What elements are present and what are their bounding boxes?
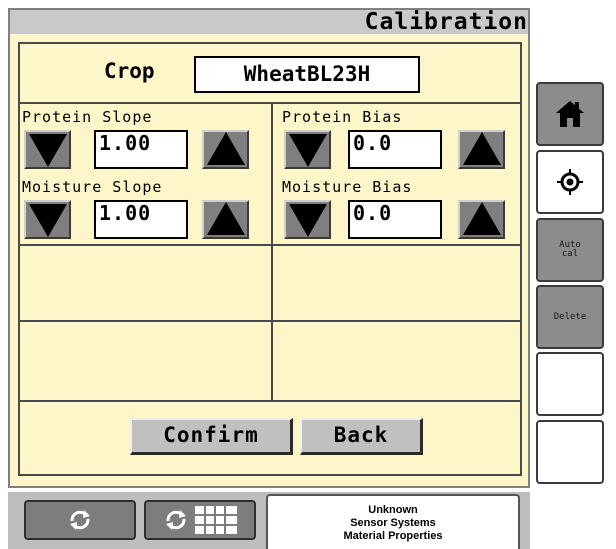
arrow-up-icon [462, 202, 501, 235]
tab-label-line: Material Properties [343, 530, 443, 542]
protein-bias-label: Protein Bias [282, 108, 403, 126]
target-button[interactable] [536, 150, 604, 214]
moisture-slope-increase-button[interactable] [202, 200, 249, 239]
moisture-slope-decrease-button[interactable] [24, 200, 71, 239]
calibration-panel: Calibration Crop WheatBL23H Protein Slop… [8, 8, 530, 488]
calibration-content: Crop WheatBL23H Protein Slope 1.00 Prote… [18, 42, 522, 476]
protein-slope-increase-button[interactable] [202, 130, 249, 169]
moisture-slope-field[interactable]: 1.00 [94, 200, 188, 239]
arrow-down-icon [288, 204, 327, 237]
confirm-button[interactable]: Confirm [130, 418, 293, 455]
divider [271, 102, 273, 402]
arrow-down-icon [28, 134, 67, 167]
arrow-down-icon [28, 204, 67, 237]
refresh-icon [70, 510, 90, 530]
divider [20, 400, 520, 402]
protein-slope-label: Protein Slope [22, 108, 153, 126]
home-icon [556, 101, 584, 127]
refresh-icon [166, 510, 186, 530]
crop-field[interactable]: WheatBL23H [194, 56, 420, 93]
grid-icon [195, 506, 237, 534]
moisture-bias-increase-button[interactable] [458, 200, 505, 239]
tab-label-line: Unknown [368, 504, 418, 516]
arrow-down-icon [288, 134, 327, 167]
divider [20, 244, 520, 246]
divider [20, 102, 520, 104]
refresh-grid-button[interactable] [144, 500, 256, 540]
refresh-button[interactable] [24, 500, 136, 540]
auto-cal-button[interactable]: Auto cal [536, 218, 604, 282]
material-properties-tab[interactable]: Unknown Sensor Systems Material Properti… [266, 494, 520, 549]
back-button[interactable]: Back [300, 418, 423, 455]
protein-slope-field[interactable]: 1.00 [94, 130, 188, 169]
title-bar: Calibration [10, 9, 528, 35]
moisture-bias-decrease-button[interactable] [284, 200, 331, 239]
moisture-slope-label: Moisture Slope [22, 178, 163, 196]
arrow-up-icon [462, 132, 501, 165]
divider [20, 320, 520, 322]
arrow-up-icon [206, 202, 245, 235]
protein-slope-decrease-button[interactable] [24, 130, 71, 169]
delete-label: Delete [553, 311, 587, 322]
crosshair-icon [557, 169, 583, 195]
protein-bias-field[interactable]: 0.0 [348, 130, 442, 169]
side-button-blank-1[interactable] [536, 352, 604, 416]
tab-label-line: Sensor Systems [350, 517, 436, 529]
arrow-up-icon [206, 132, 245, 165]
protein-bias-increase-button[interactable] [458, 130, 505, 169]
auto-cal-label-line: cal [561, 249, 579, 259]
delete-button[interactable]: Delete [536, 285, 604, 349]
side-button-blank-2[interactable] [536, 420, 604, 484]
moisture-bias-label: Moisture Bias [282, 178, 413, 196]
page-title: Calibration [364, 9, 528, 35]
moisture-bias-field[interactable]: 0.0 [348, 200, 442, 239]
crop-label: Crop [104, 59, 155, 83]
auto-cal-label: Auto cal [559, 241, 581, 259]
bottom-bar: Unknown Sensor Systems Material Properti… [8, 492, 530, 549]
home-button[interactable] [536, 82, 604, 146]
protein-bias-decrease-button[interactable] [284, 130, 331, 169]
